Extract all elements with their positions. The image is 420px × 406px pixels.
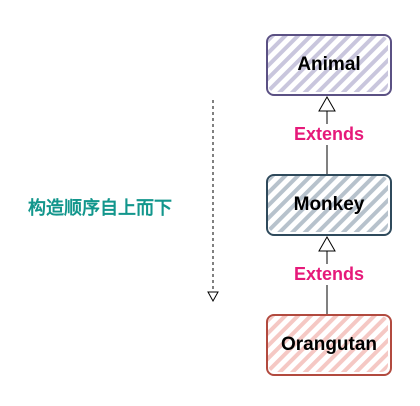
inherit-arrow-head-2 [318,235,336,252]
class-animal: Animal [266,34,392,96]
extends-label-1: Extends [266,124,392,145]
class-orangutan: Orangutan [266,314,392,376]
extends-label-2: Extends [266,264,392,285]
class-monkey: Monkey [266,174,392,236]
order-arrow-head [207,291,219,303]
construction-order-label: 构造顺序自上而下 [28,198,172,218]
inherit-arrow-head-1 [318,95,336,112]
